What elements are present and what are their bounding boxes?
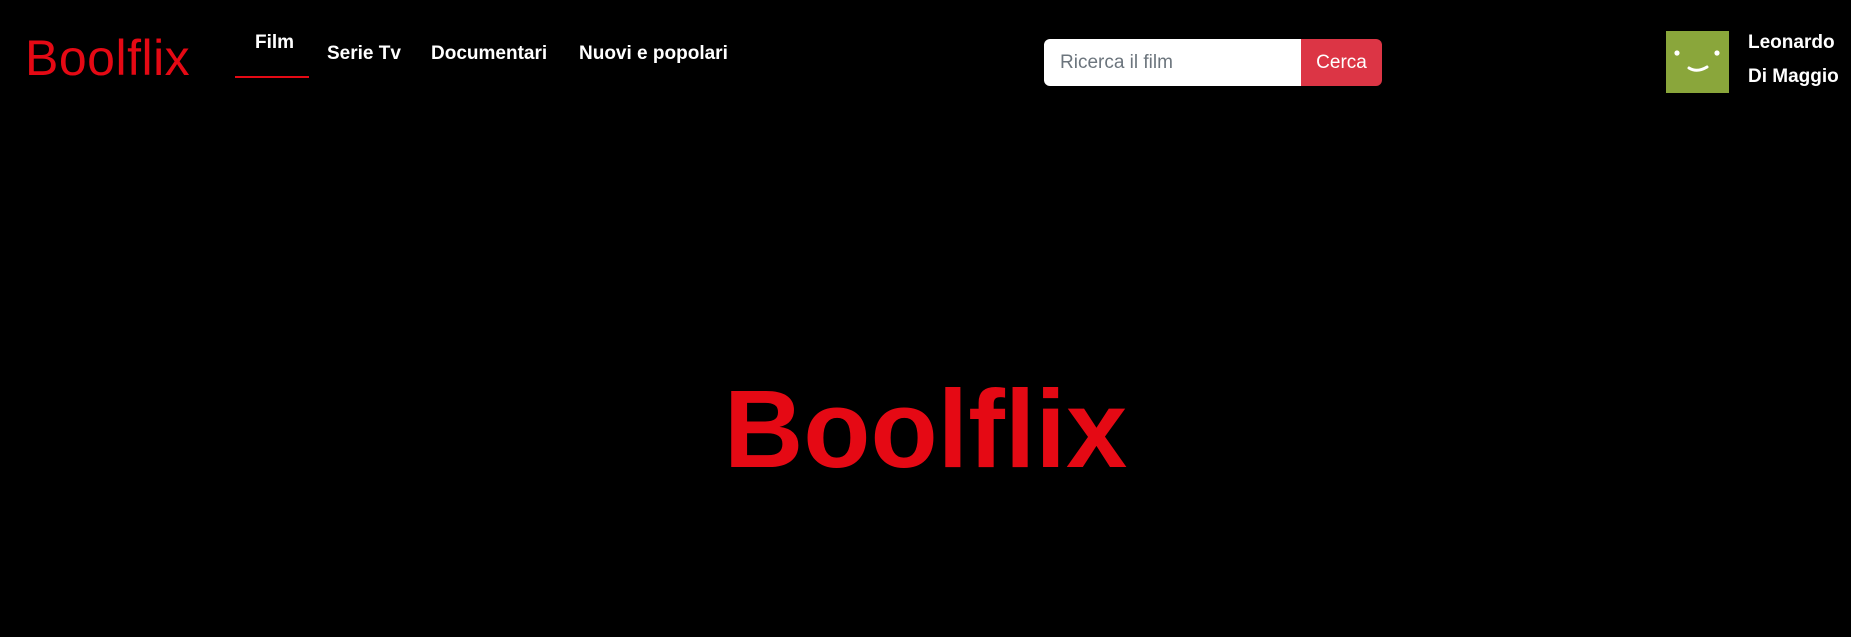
hero-title: Boolflix [723,368,1128,491]
nav-item-serie-tv[interactable]: Serie Tv [327,43,401,65]
nav-item-documentari[interactable]: Documentari [431,43,547,65]
user-last-name: Di Maggio [1748,66,1839,87]
search-button[interactable]: Cerca [1301,39,1382,86]
header-logo[interactable]: Boolflix [25,26,190,90]
user-name[interactable]: Leonardo Di Maggio [1748,26,1839,94]
nav-active-underline [235,76,309,78]
smiley-avatar-icon[interactable] [1666,31,1729,93]
page: Boolflix Film Serie Tv Documentari Nuovi… [0,0,1851,637]
user-first-name: Leonardo [1748,32,1835,53]
search-input[interactable] [1044,39,1301,86]
search-form: Cerca [1044,39,1382,86]
nav-item-nuovi-e-popolari[interactable]: Nuovi e popolari [579,43,728,65]
nav-item-film[interactable]: Film [255,32,294,54]
